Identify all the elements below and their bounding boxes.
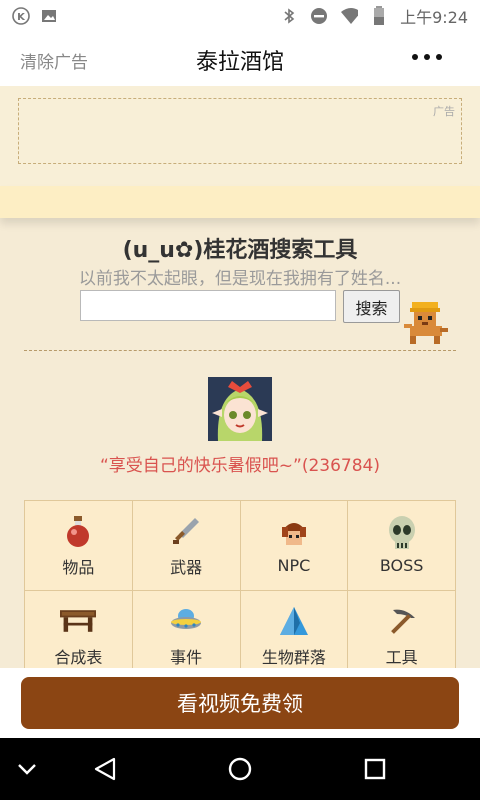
- cta-bar: 看视频免费领: [0, 668, 480, 738]
- ufo-icon: [168, 604, 204, 638]
- profile-quote: “享受自己的快乐暑假吧~”(236784): [99, 456, 381, 476]
- bluetooth-icon: [280, 7, 298, 25]
- ad-area: 广告: [0, 86, 480, 218]
- svg-text:K: K: [17, 12, 26, 23]
- k-badge-icon: K: [12, 7, 30, 25]
- crystal-icon: [276, 604, 312, 638]
- category-label: 物品: [62, 557, 95, 577]
- category-item-weapons[interactable]: 武器: [132, 501, 241, 591]
- ad-banner[interactable]: 广告: [18, 98, 462, 164]
- category-label: 生物群落: [261, 647, 326, 667]
- status-time: 上午9:24: [400, 8, 468, 27]
- image-icon: [40, 7, 58, 25]
- search-button[interactable]: 搜索: [343, 290, 400, 323]
- npc-head-icon: [276, 516, 312, 550]
- title-bar: 清除广告 泰拉酒馆: [0, 32, 480, 86]
- avatar: [208, 377, 272, 441]
- category-item-npc[interactable]: NPC: [240, 501, 349, 591]
- category-label: 合成表: [54, 647, 103, 667]
- search-input[interactable]: [80, 290, 336, 321]
- back-icon[interactable]: [90, 754, 120, 784]
- system-nav-bar: [0, 738, 480, 800]
- category-grid: 物品 武器 NPC BOSS 合成表 事件 生物群落 工具: [24, 500, 456, 681]
- do-not-disturb-icon: [310, 7, 328, 25]
- category-label: 事件: [170, 647, 203, 667]
- workbench-icon: [60, 604, 97, 638]
- category-label: BOSS: [379, 556, 424, 575]
- ad-tag: 广告: [433, 105, 455, 118]
- category-item-boss[interactable]: BOSS: [348, 501, 456, 591]
- battery-icon: [370, 6, 388, 25]
- category-label: 工具: [385, 647, 418, 667]
- home-icon[interactable]: [225, 754, 255, 784]
- pickaxe-icon: [384, 604, 420, 638]
- wifi-icon: [340, 7, 359, 25]
- skull-icon: [384, 516, 420, 550]
- pixel-pet-icon: [404, 302, 448, 344]
- potion-icon: [60, 514, 96, 548]
- watch-video-button[interactable]: 看视频免费领: [21, 677, 459, 729]
- category-item-items[interactable]: 物品: [25, 501, 133, 591]
- recents-icon[interactable]: [360, 754, 390, 784]
- category-label: NPC: [277, 556, 311, 575]
- sword-icon: [168, 514, 204, 548]
- tool-subtitle: 以前我不太起眼，但是现在我拥有了姓名...: [78, 269, 402, 289]
- clear-ads-button[interactable]: 清除广告: [20, 48, 88, 73]
- more-dots-icon[interactable]: [412, 54, 442, 60]
- status-bar: K 上午9:24: [0, 0, 480, 32]
- divider: [24, 350, 456, 351]
- collapse-icon[interactable]: [12, 754, 42, 784]
- ad-strip: [0, 186, 480, 218]
- category-label: 武器: [170, 557, 203, 577]
- tool-title: (u_u✿)桂花酒搜索工具: [122, 238, 358, 263]
